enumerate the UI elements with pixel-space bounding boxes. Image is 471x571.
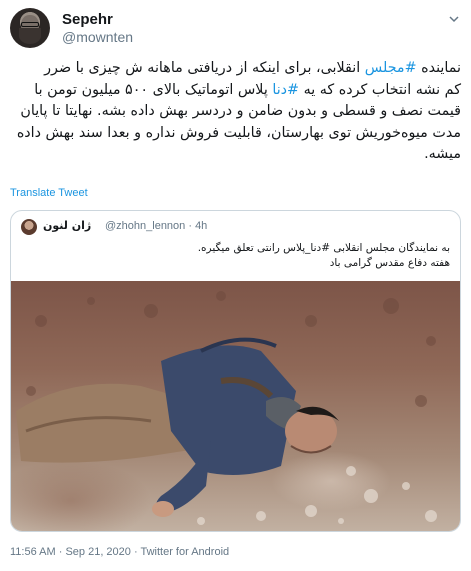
tweet-text-segment: انقلابی، برای اینکه از دریافتی ماهانه ش … — [44, 60, 365, 76]
meta-separator: · — [55, 546, 66, 558]
tweet-date[interactable]: Sep 21, 2020 — [65, 546, 130, 558]
tweet-source[interactable]: Twitter for Android — [140, 546, 229, 558]
avatar-glasses — [21, 22, 39, 27]
author-name[interactable]: Sepehr — [62, 11, 113, 28]
quoted-handle-time: @zhohn_lennon · 4h — [105, 220, 208, 232]
tweet-text-segment: کم نشه انتخاب کرده که یه — [299, 81, 461, 98]
hashtag-majles[interactable]: #مجلس — [365, 60, 417, 76]
tweet-line-2: کم نشه انتخاب کرده که یه #دنا پلاس اتوما… — [10, 80, 461, 102]
tweet-line-3: قیمت نصف و قسطی و بدون ضامن و دردسر بهش … — [20, 103, 461, 119]
tweet-time[interactable]: 11:56 AM — [10, 546, 56, 558]
quoted-avatar — [21, 219, 37, 235]
tweet-text: نماینده #مجلس انقلابی، برای اینکه از دری… — [10, 58, 461, 166]
tweet-line-4: مدت میوه‌خوریش توی بهارستان، قابلیت فروش… — [16, 124, 461, 141]
quoted-line-2: هفته دفاع مقدس گرامی باد — [329, 257, 450, 269]
tweet-text-segment: نماینده — [416, 60, 461, 76]
hashtag-dena[interactable]: #دنا — [272, 82, 299, 98]
quoted-header: ژان لنون @zhohn_lennon · 4h — [21, 219, 451, 235]
avatar-beard — [19, 28, 41, 44]
tweet-header: Sepehr @mownten — [10, 8, 461, 48]
quoted-text: به نمایندگان مجلس انقلابی #دنا_پلاس رانت… — [21, 241, 450, 271]
tweet-line-1: نماینده #مجلس انقلابی، برای اینکه از دری… — [10, 58, 461, 80]
author-handle[interactable]: @mownten — [62, 29, 133, 45]
author-avatar[interactable] — [10, 8, 50, 48]
tweet-line-5: میشه. — [424, 146, 461, 162]
quoted-line-1: به نمایندگان مجلس انقلابی #دنا_پلاس رانت… — [197, 242, 450, 254]
quoted-photo[interactable] — [11, 281, 460, 531]
translate-tweet-link[interactable]: Translate Tweet — [10, 187, 88, 199]
quoted-tweet[interactable]: ژان لنون @zhohn_lennon · 4h به نمایندگان… — [10, 210, 461, 532]
chevron-down-icon[interactable] — [449, 14, 459, 24]
tweet-meta: 11:56 AM · Sep 21, 2020 · Twitter for An… — [10, 546, 229, 558]
tweet-text-segment: پلاس اتوماتیک بالای ۵۰۰ میلیون تومن با — [34, 81, 273, 98]
photo-illustration — [16, 291, 437, 525]
quoted-author-name: ژان لنون — [43, 219, 92, 232]
